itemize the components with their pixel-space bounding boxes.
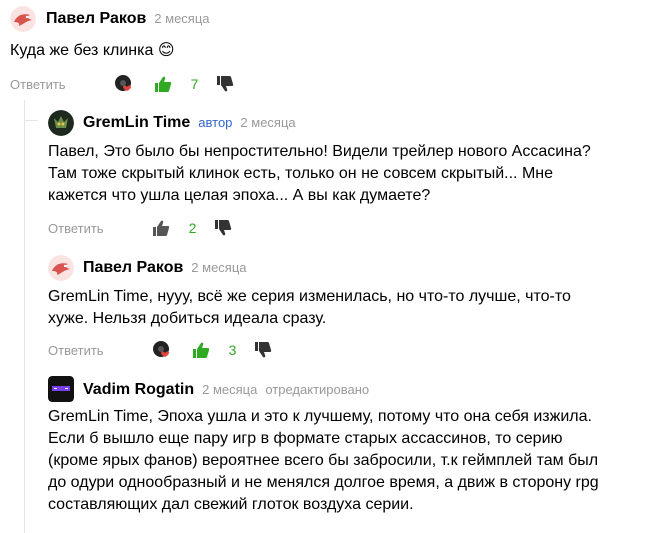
reply-button[interactable]: Ответить <box>48 343 104 358</box>
author-name[interactable]: GremLin Time <box>83 114 190 132</box>
comment-text: Куда же без клинка 😊 <box>10 42 175 59</box>
comment-time[interactable]: 2 месяца <box>154 11 209 26</box>
avatar[interactable] <box>10 6 36 32</box>
thumb-down-icon[interactable] <box>214 219 232 237</box>
like-count: 2 <box>188 220 197 236</box>
comment-time[interactable]: 2 месяца <box>240 115 295 130</box>
author-badge: автор <box>198 115 233 130</box>
comment-line: составляющих дал свежий глоток воздуха с… <box>48 496 414 513</box>
reaction-heart-icon[interactable] <box>152 340 172 360</box>
comment-header: Vadim Rogatin 2 месяца отредактировано <box>83 381 369 399</box>
edited-label: отредактировано <box>265 382 370 397</box>
thumb-down-icon[interactable] <box>216 75 234 93</box>
comment-text: GremLin Time, нууу, всё же серия изменил… <box>48 286 571 330</box>
comment-header: Павел Раков 2 месяца <box>46 10 210 28</box>
avatar[interactable] <box>48 376 74 402</box>
comment-text: Павел, Это было бы непростительно! Видел… <box>48 141 591 207</box>
reply-button[interactable]: Ответить <box>48 221 104 236</box>
avatar[interactable] <box>48 110 74 136</box>
comment-actions: Ответить 3 <box>48 340 272 360</box>
author-name[interactable]: Vadim Rogatin <box>83 381 194 399</box>
comment-header: GremLin Time автор 2 месяца <box>83 114 296 132</box>
comment-line: GremLin Time, нууу, всё же серия изменил… <box>48 288 571 305</box>
like-count: 7 <box>190 76 199 92</box>
thumb-up-icon[interactable] <box>192 341 210 359</box>
comment-time[interactable]: 2 месяца <box>202 382 257 397</box>
thumb-up-icon[interactable] <box>152 219 170 237</box>
comment-line: Если б вышло еще пару игр в формате стар… <box>48 430 563 447</box>
like-count: 3 <box>228 342 237 358</box>
comment-actions: Ответить 7 <box>10 74 234 94</box>
comment-time[interactable]: 2 месяца <box>191 260 246 275</box>
comment-header: Павел Раков 2 месяца <box>83 259 247 277</box>
thread-line <box>24 100 25 533</box>
comment-line: до одури однообразный и не менялся долго… <box>48 474 599 491</box>
comment-actions: Ответить 2 <box>48 218 232 238</box>
comment-line: хуже. Нельзя добиться идеала сразу. <box>48 310 327 327</box>
author-name[interactable]: Павел Раков <box>46 10 146 28</box>
comment-line: GremLin Time, Эпоха ушла и это к лучшему… <box>48 408 592 425</box>
reaction-heart-icon[interactable] <box>114 74 134 94</box>
comment-line: Павел, Это было бы непростительно! Видел… <box>48 143 591 160</box>
comment-line: Там тоже скрытый клинок есть, только он … <box>48 165 554 182</box>
thumb-up-icon[interactable] <box>154 75 172 93</box>
reply-button[interactable]: Ответить <box>10 77 66 92</box>
thread-connector <box>24 120 38 121</box>
thumb-down-icon[interactable] <box>254 341 272 359</box>
comment-line: кажется что ушла целая эпоха... А вы как… <box>48 187 431 204</box>
comment-line: (кроме ярых фанов) вероятнее всего бы за… <box>48 452 599 469</box>
comment-text: GremLin Time, Эпоха ушла и это к лучшему… <box>48 406 599 516</box>
author-name[interactable]: Павел Раков <box>83 259 183 277</box>
avatar[interactable] <box>48 255 74 281</box>
